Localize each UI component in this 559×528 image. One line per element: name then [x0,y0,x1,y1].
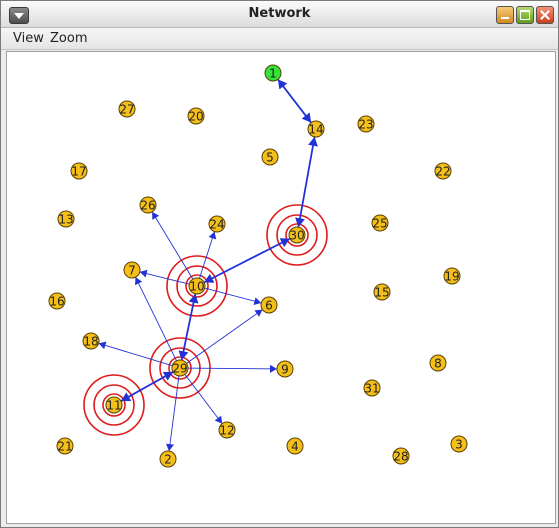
node-2[interactable]: 2 [159,450,177,468]
menu-zoom[interactable]: Zoom [50,31,87,46]
edge-14-30 [295,136,318,228]
node-11[interactable]: 11 [105,396,123,414]
node-label-19: 19 [444,270,459,284]
node-1[interactable]: 1 [264,64,282,82]
node-23[interactable]: 23 [357,115,375,133]
close-icon[interactable] [536,6,554,24]
edge-10-24 [197,231,217,285]
node-18[interactable]: 18 [82,332,100,350]
node-12[interactable]: 12 [218,421,236,439]
node-label-22: 22 [435,165,450,179]
node-label-30: 30 [289,229,304,243]
node-7[interactable]: 7 [123,261,141,279]
node-label-11: 11 [106,399,121,413]
maximize-icon[interactable] [516,6,534,24]
edge-29-18 [98,341,179,368]
node-label-10: 10 [189,280,204,294]
node-label-13: 13 [58,213,73,227]
node-24[interactable]: 24 [208,215,226,233]
edge-29-11 [120,371,174,402]
edge-10-26 [151,211,197,285]
node-label-17: 17 [71,165,86,179]
node-label-27: 27 [119,103,134,117]
node-17[interactable]: 17 [70,162,88,180]
node-31[interactable]: 31 [363,379,381,397]
node-label-23: 23 [358,118,373,132]
network-window: Network View Zoom 1 14 27 20 23 5 17 22 26 13 24 30… [0,0,559,528]
title-bar[interactable]: Network [1,1,558,28]
edge-29-9 [181,364,278,373]
node-label-28: 28 [393,450,408,464]
node-label-4: 4 [291,440,299,454]
edge-29-2 [165,369,181,452]
node-label-29: 29 [172,362,187,376]
node-9[interactable]: 9 [276,360,294,378]
node-26[interactable]: 26 [139,196,157,214]
node-16[interactable]: 16 [48,292,66,310]
node-label-24: 24 [209,218,224,232]
edge-29-7 [135,276,180,367]
node-label-16: 16 [49,295,64,309]
network-canvas[interactable]: 1 14 27 20 23 5 17 22 26 13 24 30 25 7 10 19 16 15 6 18 29 9 8… [6,51,556,524]
node-label-21: 21 [57,440,72,454]
node-label-31: 31 [364,382,379,396]
node-label-8: 8 [434,357,442,371]
node-label-5: 5 [266,151,274,165]
node-15[interactable]: 15 [373,283,391,301]
edge-29-6 [181,309,263,368]
window-title: Network [248,6,311,21]
network-graph[interactable]: 11427 2023517 222613 24302571019161561829 9 8… [7,52,555,523]
node-label-14: 14 [308,123,323,137]
edge-30-10 [203,237,291,284]
node-label-2: 2 [164,453,172,467]
minimize-icon[interactable] [496,6,514,24]
node-label-6: 6 [265,299,273,313]
node-label-1: 1 [269,67,277,81]
node-label-12: 12 [219,424,234,438]
node-30[interactable]: 30 [288,226,306,244]
node-label-3: 3 [455,438,463,452]
node-28[interactable]: 28 [392,447,410,465]
menu-view[interactable]: View [13,31,44,46]
node-10[interactable]: 10 [188,277,206,295]
node-3[interactable]: 3 [450,435,468,453]
node-label-9: 9 [281,363,289,377]
node-20[interactable]: 20 [187,107,205,125]
node-4[interactable]: 4 [286,437,304,455]
menu-bar: View Zoom [1,28,558,50]
node-label-26: 26 [140,199,155,213]
node-21[interactable]: 21 [56,437,74,455]
node-label-20: 20 [188,110,203,124]
node-14[interactable]: 14 [307,120,325,138]
node-8[interactable]: 8 [429,354,447,372]
edge-10-6 [198,286,262,306]
node-13[interactable]: 13 [57,210,75,228]
node-22[interactable]: 22 [434,162,452,180]
node-label-15: 15 [374,286,389,300]
node-25[interactable]: 25 [371,214,389,232]
node-6[interactable]: 6 [260,296,278,314]
node-19[interactable]: 19 [443,267,461,285]
node-27[interactable]: 27 [118,100,136,118]
edge-1-14 [277,78,312,124]
node-label-18: 18 [83,335,98,349]
node-5[interactable]: 5 [261,148,279,166]
node-29[interactable]: 29 [171,359,189,377]
node-label-7: 7 [128,264,136,278]
node-label-25: 25 [372,217,387,231]
